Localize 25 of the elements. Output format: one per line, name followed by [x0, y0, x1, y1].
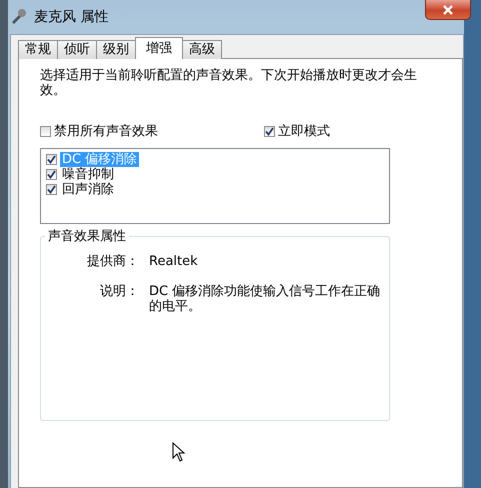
close-icon [441, 4, 455, 14]
tab[interactable]: 增强 [135, 37, 183, 59]
field-value: DC 偏移消除功能使输入信号工作在正确的电平。 [149, 284, 382, 314]
tab[interactable]: 常规 [18, 40, 58, 59]
close-button[interactable] [425, 0, 471, 20]
list-item[interactable]: 噪音抑制 [60, 167, 116, 182]
checkbox[interactable] [40, 126, 51, 136]
tab[interactable]: 侦听 [57, 40, 97, 59]
window-title: 麦克风 属性 [34, 8, 108, 26]
checkbox[interactable] [46, 154, 57, 165]
checkbox[interactable] [46, 184, 57, 195]
field-label: 提供商： [86, 254, 139, 269]
tab[interactable]: 级别 [96, 40, 136, 59]
cursor-icon [172, 442, 186, 462]
checkbox[interactable] [46, 169, 57, 180]
checkbox[interactable] [264, 126, 275, 136]
checkbox-label[interactable]: 禁用所有声音效果 [54, 122, 158, 140]
list-item[interactable]: 回声消除 [60, 182, 116, 197]
group-title: 声音效果属性 [45, 229, 129, 244]
microphone-icon [10, 8, 28, 24]
checkbox-label[interactable]: 立即模式 [278, 122, 330, 140]
description-text: 选择适用于当前聆听配置的声音效果。下次开始播放时更改才会生效。 [40, 68, 418, 98]
tab[interactable]: 高级 [182, 40, 222, 59]
field-value: Realtek [149, 254, 199, 269]
field-label: 说明： [99, 284, 139, 301]
